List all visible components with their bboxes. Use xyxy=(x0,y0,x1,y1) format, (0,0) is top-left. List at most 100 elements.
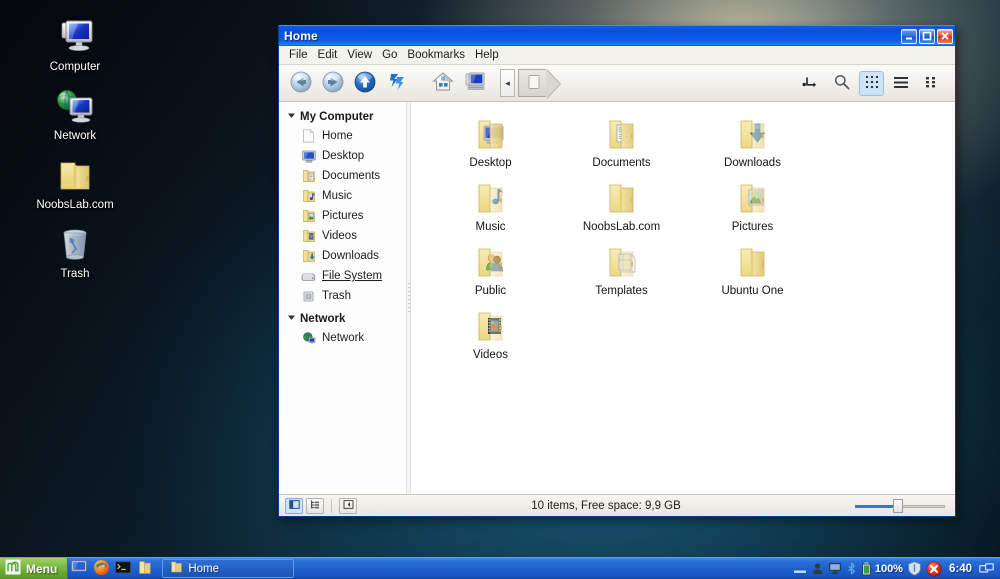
workspace-switcher-icon[interactable] xyxy=(979,562,994,575)
zoom-slider[interactable] xyxy=(855,498,945,513)
sidebar-item-music[interactable]: Music xyxy=(279,186,406,206)
sidebar-item-label: Desktop xyxy=(322,150,365,162)
folder-documents-icon xyxy=(602,114,642,156)
sidebar-item-label: Network xyxy=(322,332,365,344)
back-button[interactable] xyxy=(286,68,316,98)
file-item-label: Pictures xyxy=(731,221,774,233)
desktop-icon-network[interactable]: Network xyxy=(28,85,122,151)
compact-view-button[interactable] xyxy=(918,68,948,98)
extra-pane-button[interactable] xyxy=(339,497,357,514)
open-terminal-button[interactable] xyxy=(795,68,825,98)
start-menu-button[interactable]: Menu xyxy=(0,557,69,579)
slider-knob[interactable] xyxy=(893,498,903,513)
menu-help[interactable]: Help xyxy=(470,47,504,64)
sidebar-item-videos[interactable]: Videos xyxy=(279,226,406,246)
minimize-button[interactable] xyxy=(901,28,917,44)
menu-bookmarks[interactable]: Bookmarks xyxy=(402,47,470,64)
desktop-icon-computer[interactable]: Computer xyxy=(28,16,122,82)
battery-tray-icon[interactable] xyxy=(861,562,873,576)
show-tree-button[interactable] xyxy=(306,497,324,514)
file-item-public[interactable]: Public xyxy=(425,242,556,306)
window-titlebar[interactable]: Home xyxy=(279,25,955,46)
file-manager-window[interactable]: Home File Edit View Go Bookmarks Help ◂ … xyxy=(278,25,956,517)
file-item-pictures[interactable]: Pictures xyxy=(687,178,818,242)
sidebar-group-my-computer[interactable]: My Computer xyxy=(279,108,406,126)
search-button[interactable] xyxy=(827,68,857,98)
error-tray-icon[interactable] xyxy=(926,560,942,577)
computer-button[interactable] xyxy=(460,68,490,98)
folder-desktop-icon xyxy=(471,114,511,156)
menu-bar: File Edit View Go Bookmarks Help xyxy=(279,46,955,65)
file-item-templates[interactable]: Templates xyxy=(556,242,687,306)
task-button-home[interactable]: Home xyxy=(162,559,295,578)
sidebar-item-pictures[interactable]: Pictures xyxy=(279,206,406,226)
menu-file[interactable]: File xyxy=(284,47,313,64)
clock[interactable]: 6:40 xyxy=(949,563,972,575)
computer-icon xyxy=(51,16,99,60)
quicklaunch-terminal[interactable] xyxy=(112,558,134,579)
compact-view-icon xyxy=(925,75,941,92)
file-item-label: Desktop xyxy=(469,157,512,169)
videos-folder-icon xyxy=(301,229,316,244)
file-item-videos[interactable]: Videos xyxy=(425,306,556,370)
splitter-grip xyxy=(408,283,411,313)
sidebar-splitter[interactable] xyxy=(406,102,411,494)
documents-folder-icon xyxy=(301,169,316,184)
sidebar-item-trash[interactable]: Trash xyxy=(279,286,406,306)
desktop-icon-noobslab[interactable]: NoobsLab.com xyxy=(28,154,122,220)
list-view-button[interactable] xyxy=(886,68,916,98)
sidebar-group-network[interactable]: Network xyxy=(279,310,406,328)
folder-icon xyxy=(170,561,183,576)
quicklaunch-show-desktop[interactable] xyxy=(68,558,90,579)
task-list: Home xyxy=(162,559,792,578)
reload-button[interactable] xyxy=(382,68,412,98)
forward-button[interactable] xyxy=(318,68,348,98)
desktop-background[interactable]: Computer Network NoobsLab.com Trash Home… xyxy=(0,0,1000,579)
quicklaunch-file-manager[interactable] xyxy=(134,558,156,579)
maximize-button[interactable] xyxy=(919,28,935,44)
file-item-ubuntu-one[interactable]: Ubuntu One xyxy=(687,242,818,306)
desktop-icon-trash[interactable]: Trash xyxy=(28,223,122,289)
file-item-noobslab[interactable]: NoobsLab.com xyxy=(556,178,687,242)
file-list-view[interactable]: Desktop Documents Downloads Music NoobsL… xyxy=(411,102,955,494)
tree-toggle-icon xyxy=(310,499,321,513)
display-tray-icon[interactable] xyxy=(828,562,842,575)
user-tray-icon[interactable] xyxy=(811,562,824,575)
sidebar-item-home[interactable]: Home xyxy=(279,126,406,146)
sidebar-item-desktop[interactable]: Desktop xyxy=(279,146,406,166)
desktop-icon-label: Computer xyxy=(49,61,101,73)
file-item-downloads[interactable]: Downloads xyxy=(687,114,818,178)
file-item-label: Videos xyxy=(473,349,508,361)
task-button-label: Home xyxy=(188,562,220,575)
file-item-desktop[interactable]: Desktop xyxy=(425,114,556,178)
sidebar-item-file-system[interactable]: File System xyxy=(279,266,406,286)
sidebar-item-network[interactable]: Network xyxy=(279,328,406,348)
file-item-music[interactable]: Music xyxy=(425,178,556,242)
keyboard-tray-icon[interactable] xyxy=(793,563,807,575)
firefox-icon xyxy=(93,559,110,579)
menu-edit[interactable]: Edit xyxy=(313,47,343,64)
menu-view[interactable]: View xyxy=(342,47,377,64)
breadcrumb-item-home[interactable] xyxy=(518,69,546,97)
sidebar-item-downloads[interactable]: Downloads xyxy=(279,246,406,266)
close-button[interactable] xyxy=(937,28,953,44)
network-icon xyxy=(51,85,99,129)
shield-tray-icon[interactable] xyxy=(907,561,922,576)
chevron-down-icon xyxy=(287,111,296,123)
sidebar-item-label: Music xyxy=(322,190,353,202)
up-button[interactable] xyxy=(350,68,380,98)
show-sidebar-button[interactable] xyxy=(285,497,303,514)
home-button[interactable] xyxy=(428,68,458,98)
bluetooth-tray-icon[interactable] xyxy=(846,562,857,575)
file-item-label: Public xyxy=(474,285,507,297)
menu-go[interactable]: Go xyxy=(377,47,402,64)
sidebar-item-documents[interactable]: Documents xyxy=(279,166,406,186)
folder-icon xyxy=(51,154,99,198)
quicklaunch-firefox[interactable] xyxy=(90,558,112,579)
file-item-documents[interactable]: Documents xyxy=(556,114,687,178)
icon-view-button[interactable] xyxy=(859,70,884,96)
file-item-label: Downloads xyxy=(724,157,781,169)
folder-templates-icon xyxy=(602,242,642,284)
desktop-icon-label: NoobsLab.com xyxy=(36,199,114,211)
breadcrumb-prev-button[interactable]: ◂ xyxy=(500,69,515,97)
